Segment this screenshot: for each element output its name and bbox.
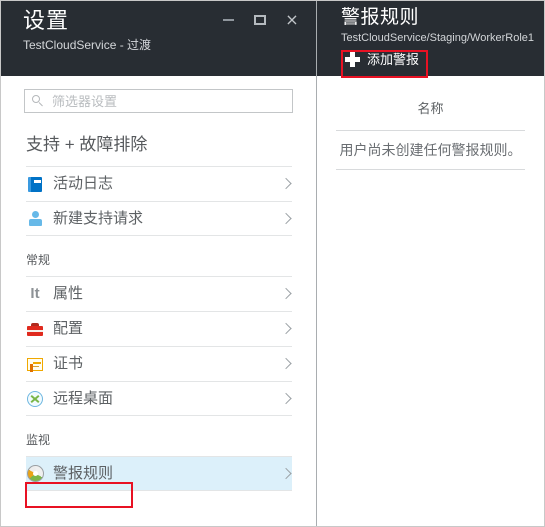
chevron-right-icon (282, 323, 290, 336)
search-input[interactable] (52, 93, 277, 109)
sidebar-item-new-support-request[interactable]: 新建支持请求 (26, 201, 292, 236)
remote-desktop-icon (26, 390, 44, 408)
chevron-right-icon (282, 178, 290, 191)
chevron-right-icon (282, 212, 290, 225)
settings-window: 设置 TestCloudService - 过渡 × 筛选器设置 支持 + 故障… (0, 0, 545, 527)
chevron-right-icon (282, 392, 290, 405)
minimize-icon (222, 19, 234, 21)
alert-rules-title: 警报规则 (341, 7, 420, 28)
configuration-toolbox-icon (26, 320, 44, 338)
plus-icon (345, 52, 360, 67)
table-column-header-name: 名称 (417, 101, 444, 116)
section-heading-general: 常规 (26, 253, 51, 267)
alert-rules-breadcrumb: TestCloudService/Staging/WorkerRole1 (341, 32, 534, 44)
sidebar-item-label: 新建支持请求 (53, 209, 144, 227)
add-alert-button[interactable]: 添加警报 (345, 51, 419, 68)
certificate-icon (26, 355, 44, 373)
settings-blade-body: 支持 + 故障排除 活动日志 新建支持请求 常规 It (1, 76, 316, 526)
properties-it-icon: It (30, 285, 40, 302)
sidebar-item-activity-log[interactable]: 活动日志 (26, 166, 292, 201)
sidebar-item-remote-desktop[interactable]: 远程桌面 (26, 381, 292, 416)
alert-rules-blade: 警报规则 TestCloudService/Staging/WorkerRole… (316, 1, 544, 526)
breadcrumb-subtitle: TestCloudService - 过渡 (23, 38, 152, 52)
maximize-button[interactable] (244, 7, 276, 33)
sidebar-item-label: 属性 (53, 285, 84, 302)
section-heading-monitoring: 监视 (26, 433, 51, 447)
sidebar-item-configuration[interactable]: 配置 (26, 311, 292, 346)
page-title: 设置 (23, 8, 70, 33)
alert-rules-blade-body: 名称 用户尚未创建任何警报规则。 (317, 76, 544, 526)
minimize-button[interactable] (212, 7, 244, 33)
chevron-right-icon (282, 358, 290, 371)
support-request-icon (26, 210, 44, 228)
activity-log-icon (26, 175, 44, 193)
search-box[interactable] (24, 89, 293, 113)
alert-rules-icon (26, 465, 44, 483)
maximize-icon (254, 15, 266, 25)
settings-blade: 设置 TestCloudService - 过渡 × 筛选器设置 支持 + 故障… (1, 1, 316, 526)
window-controls: × (212, 7, 308, 33)
chevron-right-icon (282, 467, 290, 480)
add-alert-label: 添加警报 (367, 52, 420, 67)
empty-state-message: 用户尚未创建任何警报规则。 (339, 142, 522, 158)
sidebar-item-alert-rules[interactable]: 警报规则 (26, 456, 292, 491)
chevron-right-icon (282, 288, 290, 301)
sidebar-item-properties[interactable]: It 属性 (26, 276, 292, 311)
sidebar-item-label: 证书 (53, 355, 84, 372)
table-row: 用户尚未创建任何警报规则。 (336, 130, 525, 170)
sidebar-item-label: 配置 (53, 320, 84, 337)
close-icon: × (285, 10, 299, 29)
section-heading-support: 支持 + 故障排除 (26, 135, 148, 154)
settings-blade-header: 设置 TestCloudService - 过渡 × (1, 1, 316, 76)
search-icon (32, 94, 45, 108)
sidebar-item-label: 远程桌面 (53, 389, 114, 407)
settings-nav: 支持 + 故障排除 活动日志 新建支持请求 常规 It 属性 配置 证书 远程桌… (1, 124, 316, 491)
sidebar-item-label: 活动日志 (53, 175, 114, 192)
sidebar-item-certificates[interactable]: 证书 (26, 346, 292, 381)
close-button[interactable]: × (276, 7, 308, 33)
sidebar-item-label: 警报规则 (53, 464, 114, 482)
